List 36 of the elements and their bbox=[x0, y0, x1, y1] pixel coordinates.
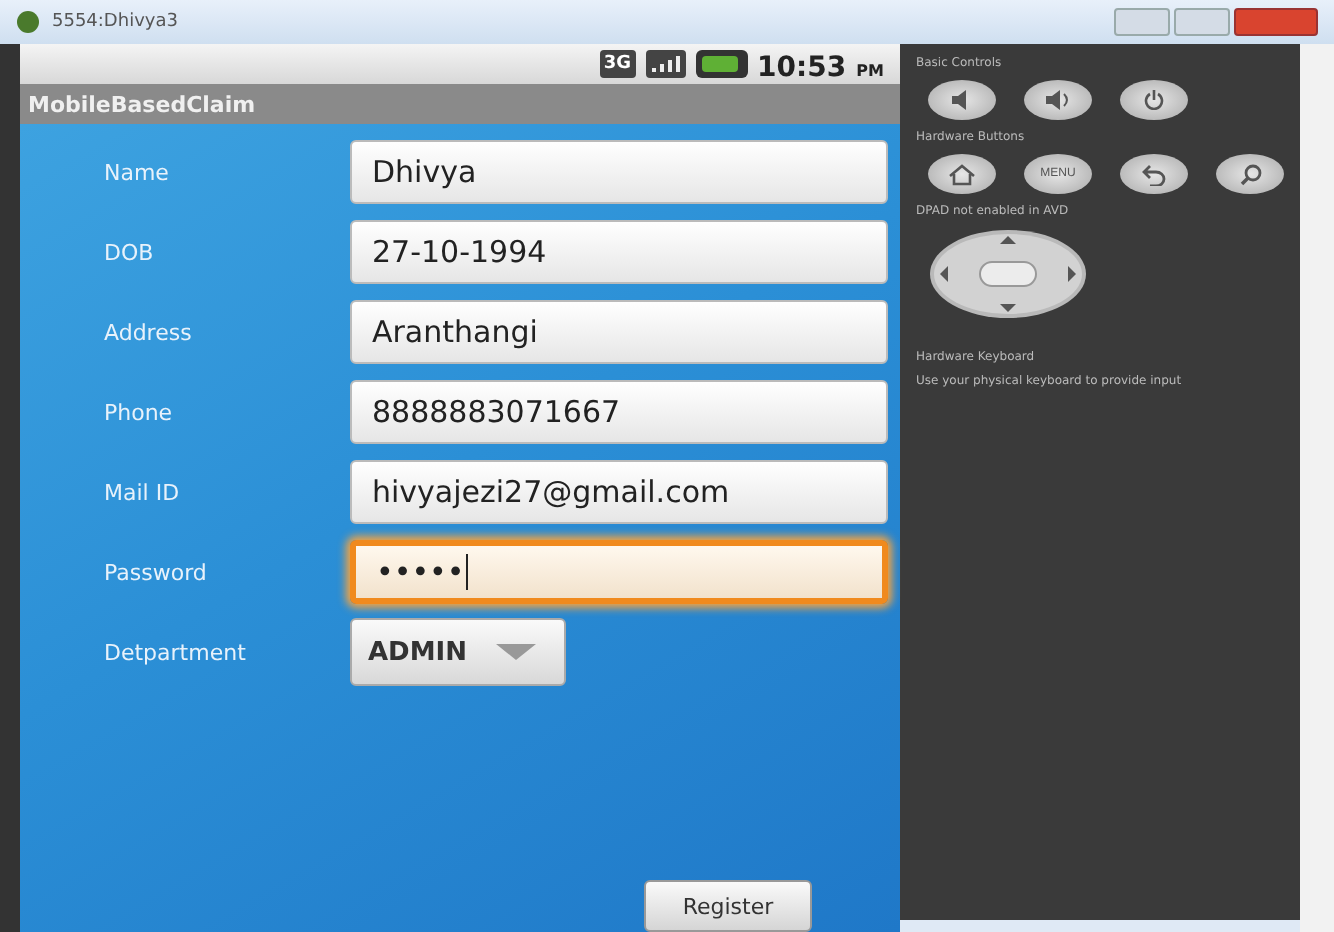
register-button[interactable]: Register bbox=[644, 880, 812, 932]
input-field[interactable]: 8888883071667 bbox=[350, 380, 888, 444]
field-label: Name bbox=[102, 159, 171, 185]
signal-icon bbox=[645, 50, 685, 78]
field-label: DOB bbox=[102, 239, 156, 265]
department-dropdown[interactable]: ADMIN bbox=[350, 618, 566, 686]
home-icon bbox=[948, 163, 976, 185]
field-label: Phone bbox=[102, 399, 175, 425]
network-type: 3G bbox=[599, 50, 635, 78]
password-field[interactable]: ••••• bbox=[350, 540, 888, 604]
field-label: Password bbox=[102, 559, 209, 585]
back-icon bbox=[1142, 163, 1166, 185]
app-icon bbox=[16, 10, 40, 34]
volume-down-button[interactable] bbox=[928, 80, 996, 120]
power-icon bbox=[1144, 90, 1164, 110]
window-title: 5554:Dhivya3 bbox=[52, 12, 178, 32]
clock-time: 10:53 bbox=[757, 51, 847, 83]
volume-up-button[interactable] bbox=[1024, 80, 1092, 120]
input-field[interactable]: hivyajezi27@gmail.com bbox=[350, 460, 888, 524]
app-title-bar: MobileBasedClaim bbox=[20, 84, 900, 124]
clock-ampm: PM bbox=[856, 61, 884, 79]
field-label: Mail ID bbox=[102, 479, 182, 505]
back-button[interactable] bbox=[1120, 154, 1188, 194]
field-label: Address bbox=[102, 319, 194, 345]
home-button[interactable] bbox=[928, 154, 996, 194]
input-field[interactable]: 27-10-1994 bbox=[350, 220, 888, 284]
battery-icon bbox=[695, 50, 747, 78]
power-button[interactable] bbox=[1120, 80, 1188, 120]
input-field[interactable]: Aranthangi bbox=[350, 300, 888, 364]
search-icon bbox=[1239, 163, 1261, 185]
dropdown-value: ADMIN bbox=[368, 637, 468, 667]
volume-up-icon bbox=[1044, 90, 1072, 110]
field-label: Detpartment bbox=[102, 639, 248, 665]
input-field[interactable]: Dhivya bbox=[350, 140, 888, 204]
search-button[interactable] bbox=[1216, 154, 1284, 194]
dropdown-arrow-icon bbox=[495, 644, 536, 660]
